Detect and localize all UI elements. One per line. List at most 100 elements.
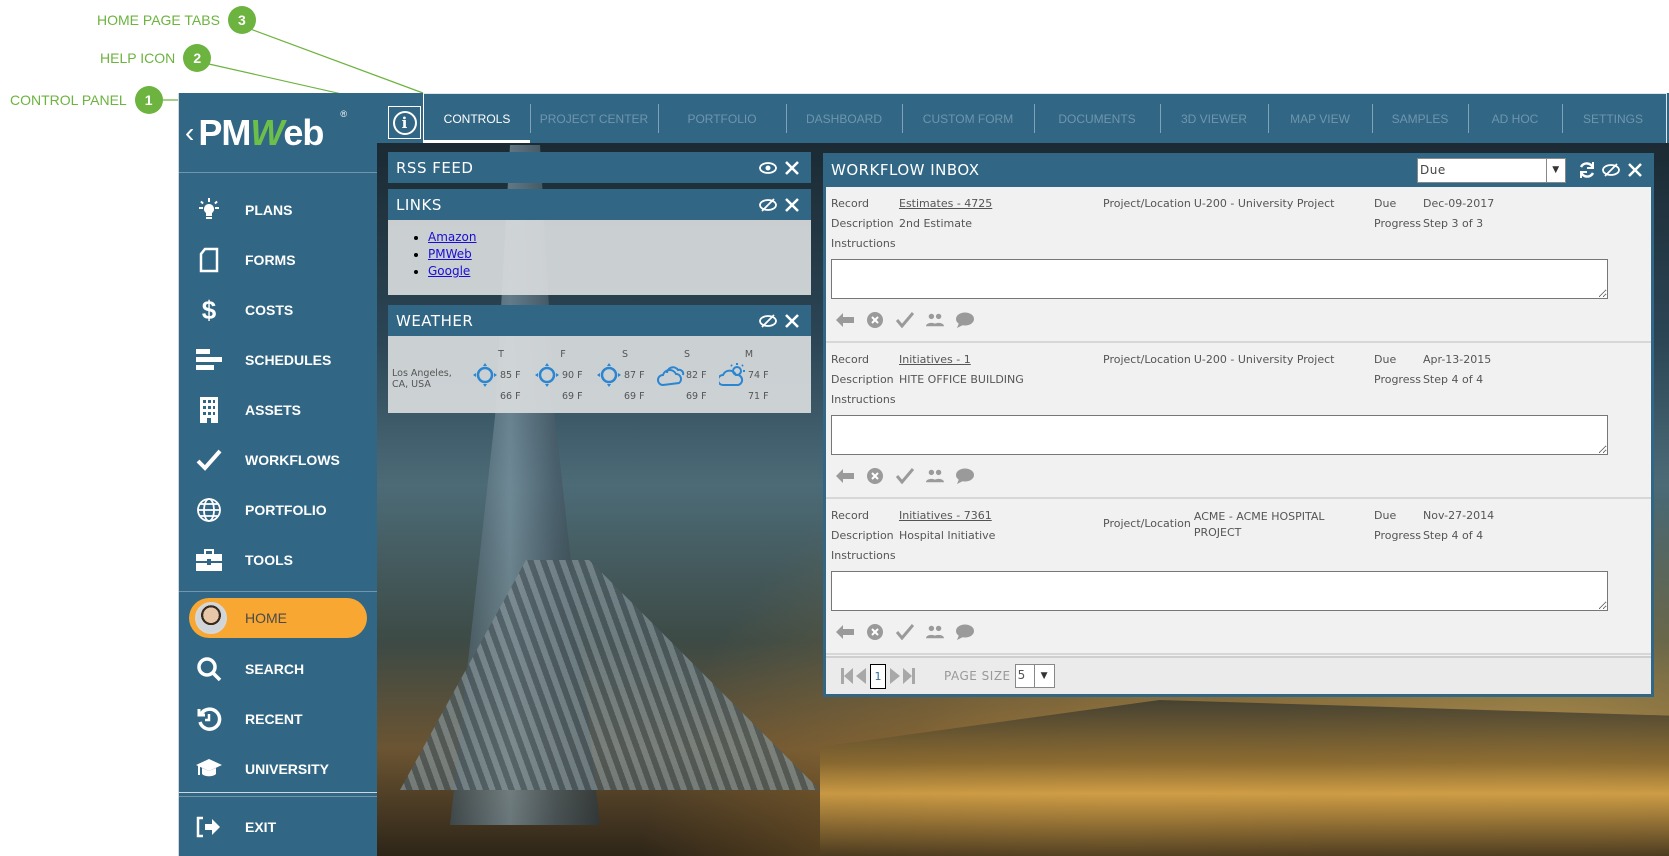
control-panel: ‹ PMWeb ® PLANS FORMS $ COSTS SCHEDULES (178, 93, 377, 856)
link-google[interactable]: Google (428, 264, 470, 278)
instructions-input[interactable] (831, 259, 1608, 299)
approve-icon[interactable] (896, 311, 914, 329)
close-icon[interactable] (1624, 159, 1646, 181)
instructions-input[interactable] (831, 571, 1608, 611)
record-link[interactable]: Estimates - 4725 (899, 197, 992, 210)
links-list: Amazon PMWeb Google (388, 220, 811, 281)
instructions-input[interactable] (831, 415, 1608, 455)
sidebar-item-label: TOOLS (245, 552, 293, 568)
next-page-icon[interactable] (888, 668, 902, 684)
forecast-low: 71 F (748, 390, 769, 402)
tab-3d-viewer[interactable]: 3D VIEWER (1160, 94, 1268, 143)
tab-documents[interactable]: DOCUMENTS (1034, 94, 1160, 143)
hide-eye-icon[interactable] (757, 194, 779, 216)
search-icon (195, 655, 223, 683)
widget-title: WORKFLOW INBOX (831, 161, 980, 179)
sidebar-item-schedules[interactable]: SCHEDULES (179, 335, 377, 385)
sidebar-item-forms[interactable]: FORMS (179, 235, 377, 285)
sidebar-item-label: COSTS (245, 302, 294, 318)
hide-eye-icon[interactable] (757, 310, 779, 332)
sidebar-item-portfolio[interactable]: PORTFOLIO (179, 485, 377, 535)
tab-custom-form[interactable]: CUSTOM FORM (902, 94, 1034, 143)
project-label: Project/Location (1103, 517, 1191, 530)
logo[interactable]: ‹ PMWeb ® (179, 93, 377, 173)
prev-page-icon[interactable] (854, 668, 868, 684)
sidebar-item-assets[interactable]: ASSETS (179, 385, 377, 435)
list-item: PMWeb (428, 247, 811, 264)
project-label: Project/Location (1103, 197, 1191, 210)
help-button[interactable]: i (388, 106, 421, 139)
forecast-low: 69 F (562, 390, 583, 402)
tab-ad-hoc[interactable]: AD HOC (1468, 94, 1562, 143)
sidebar-item-university[interactable]: UNIVERSITY (179, 744, 377, 794)
sidebar-item-plans[interactable]: PLANS (179, 185, 377, 235)
tab-dashboard[interactable]: DASHBOARD (786, 94, 902, 143)
project-label: Project/Location (1103, 353, 1191, 366)
description-label: Description (831, 373, 894, 386)
chevron-down-icon[interactable]: ▼ (1033, 665, 1054, 687)
hide-eye-icon[interactable] (1600, 159, 1622, 181)
refresh-icon[interactable] (1576, 159, 1598, 181)
sidebar-item-costs[interactable]: $ COSTS (179, 285, 377, 335)
sidebar-divider (179, 792, 377, 793)
link-amazon[interactable]: Amazon (428, 230, 477, 244)
sidebar-item-search[interactable]: SEARCH (179, 644, 377, 694)
sidebar-item-recent[interactable]: RECENT (179, 694, 377, 744)
sidebar-item-home[interactable]: HOME (189, 598, 367, 638)
page-size-select[interactable]: 5 ▼ (1014, 664, 1055, 688)
send-back-icon[interactable] (836, 467, 854, 485)
secondary-nav: SEARCH RECENT UNIVERSITY (179, 644, 377, 794)
reject-icon[interactable] (866, 467, 884, 485)
close-icon[interactable] (781, 194, 803, 216)
reject-icon[interactable] (866, 311, 884, 329)
list-item: Google (428, 264, 811, 281)
workflow-actions (836, 467, 974, 485)
due-label: Due (1374, 509, 1397, 522)
sidebar-item-label: WORKFLOWS (245, 452, 340, 468)
sidebar-item-workflows[interactable]: WORKFLOWS (179, 435, 377, 485)
tab-portfolio[interactable]: PORTFOLIO (658, 94, 786, 143)
approve-icon[interactable] (896, 467, 914, 485)
reject-icon[interactable] (866, 623, 884, 641)
tab-settings[interactable]: SETTINGS (1562, 94, 1664, 143)
last-page-icon[interactable] (902, 668, 916, 684)
history-icon (195, 705, 223, 733)
collapse-chevron-icon[interactable]: ‹ (185, 117, 194, 149)
send-back-icon[interactable] (836, 623, 854, 641)
delegate-users-icon[interactable] (926, 623, 944, 641)
tab-map-view[interactable]: MAP VIEW (1268, 94, 1372, 143)
comment-icon[interactable] (956, 467, 974, 485)
sidebar-item-label: PLANS (245, 202, 293, 218)
first-page-icon[interactable] (840, 668, 854, 684)
delegate-users-icon[interactable] (926, 467, 944, 485)
graduation-cap-icon (195, 755, 223, 783)
approve-icon[interactable] (896, 623, 914, 641)
sun-icon (532, 363, 562, 387)
delegate-users-icon[interactable] (926, 311, 944, 329)
widget-title: LINKS (396, 195, 442, 214)
tab-controls[interactable]: CONTROLS (424, 94, 530, 143)
due-value: Apr-13-2015 (1423, 353, 1492, 366)
sidebar-item-tools[interactable]: TOOLS (179, 535, 377, 585)
close-icon[interactable] (781, 310, 803, 332)
sidebar-item-label: RECENT (245, 711, 303, 727)
comment-icon[interactable] (956, 311, 974, 329)
link-pmweb[interactable]: PMWeb (428, 247, 472, 261)
schedule-bars-icon (195, 346, 223, 374)
tab-project-center[interactable]: PROJECT CENTER (530, 94, 658, 143)
record-label: Record (831, 197, 870, 210)
record-link[interactable]: Initiatives - 1 (899, 353, 971, 366)
tab-samples[interactable]: SAMPLES (1372, 94, 1468, 143)
record-link[interactable]: Initiatives - 7361 (899, 509, 992, 522)
comment-icon[interactable] (956, 623, 974, 641)
show-eye-icon[interactable] (757, 157, 779, 179)
send-back-icon[interactable] (836, 311, 854, 329)
current-page[interactable]: 1 (870, 663, 886, 689)
progress-label: Progress (1374, 529, 1421, 542)
progress-value: Step 4 of 4 (1422, 529, 1484, 542)
inbox-filter-select[interactable]: Due ▼ (1417, 157, 1566, 183)
chevron-down-icon[interactable]: ▼ (1546, 158, 1565, 182)
close-icon[interactable] (781, 157, 803, 179)
user-avatar (195, 602, 227, 634)
sidebar-item-exit[interactable]: EXIT (179, 796, 377, 856)
